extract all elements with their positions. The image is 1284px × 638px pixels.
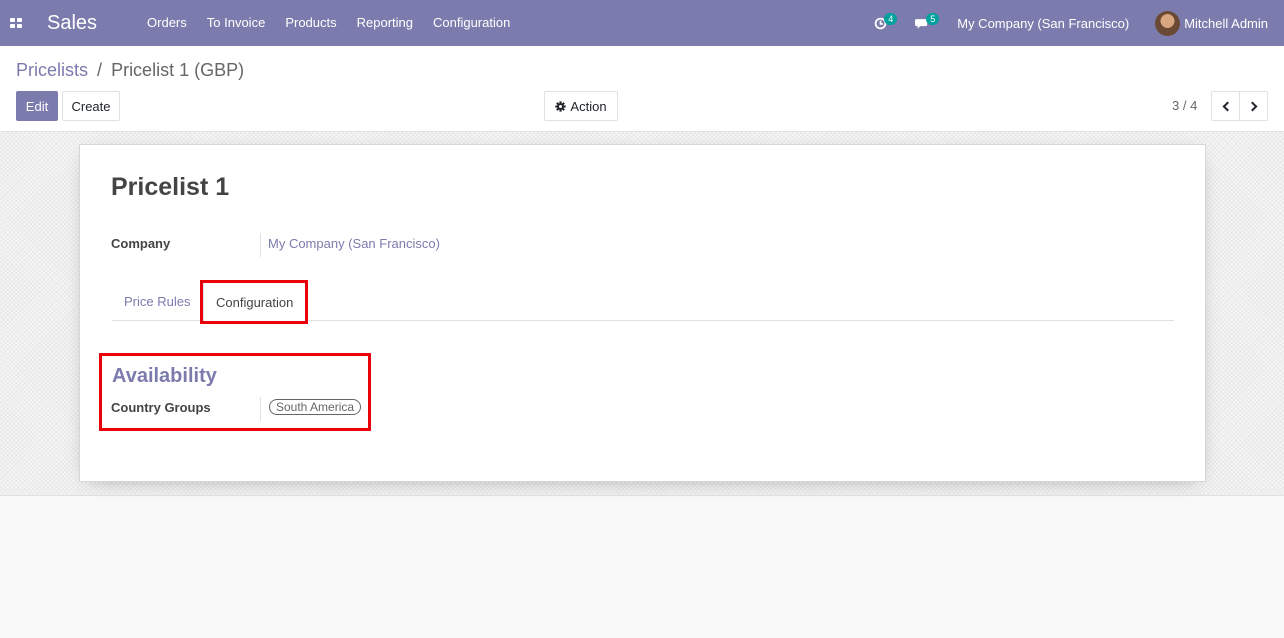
apps-grid-icon[interactable] [0, 0, 32, 46]
pager-next-button[interactable] [1239, 91, 1268, 121]
breadcrumb-current: Pricelist 1 (GBP) [111, 60, 245, 80]
action-button[interactable]: Action [544, 91, 618, 121]
breadcrumb: Pricelists / Pricelist 1 (GBP) [16, 60, 244, 81]
breadcrumb-separator: / [97, 60, 103, 80]
systray: 4 5 My Company (San Francisco) Mitchell … [874, 0, 1284, 46]
chevron-left-icon [1222, 101, 1232, 111]
form-view: Pricelist 1 Company My Company (San Fran… [0, 132, 1284, 496]
messages-button[interactable]: 5 [915, 13, 940, 30]
control-panel: Pricelists / Pricelist 1 (GBP) Edit Crea… [0, 46, 1284, 132]
edit-button[interactable]: Edit [16, 91, 58, 121]
record-title: Pricelist 1 [111, 173, 230, 201]
activity-button[interactable]: 4 [874, 13, 898, 30]
menu-item-to-invoice[interactable]: To Invoice [197, 0, 276, 46]
company-label: Company [111, 236, 171, 251]
tab-price-rules[interactable]: Price Rules [112, 282, 202, 321]
company-switcher[interactable]: My Company (San Francisco) [957, 16, 1129, 31]
activity-count-badge: 4 [884, 13, 898, 25]
menu-item-reporting[interactable]: Reporting [347, 0, 423, 46]
gear-icon [555, 100, 567, 112]
main-menu: Orders To Invoice Products Reporting Con… [137, 0, 520, 46]
pager-value[interactable]: 3 / 4 [1172, 98, 1197, 113]
company-value-link[interactable]: My Company (San Francisco) [268, 236, 440, 251]
messages-count-badge: 5 [926, 13, 940, 25]
highlight-availability-section [99, 353, 371, 431]
app-name[interactable]: Sales [47, 12, 97, 35]
breadcrumb-parent-link[interactable]: Pricelists [16, 60, 88, 80]
menu-item-orders[interactable]: Orders [137, 0, 197, 46]
create-button[interactable]: Create [62, 91, 120, 121]
main-navbar: Sales Orders To Invoice Products Reporti… [0, 0, 1284, 46]
pager-previous-button[interactable] [1211, 91, 1240, 121]
user-avatar[interactable] [1155, 10, 1181, 36]
field-divider [260, 233, 261, 257]
chevron-right-icon [1247, 101, 1257, 111]
menu-item-products[interactable]: Products [275, 0, 346, 46]
highlight-configuration-tab [200, 280, 308, 324]
menu-item-configuration[interactable]: Configuration [423, 0, 520, 46]
action-button-label: Action [570, 98, 607, 114]
user-menu[interactable]: Mitchell Admin [1184, 16, 1268, 31]
